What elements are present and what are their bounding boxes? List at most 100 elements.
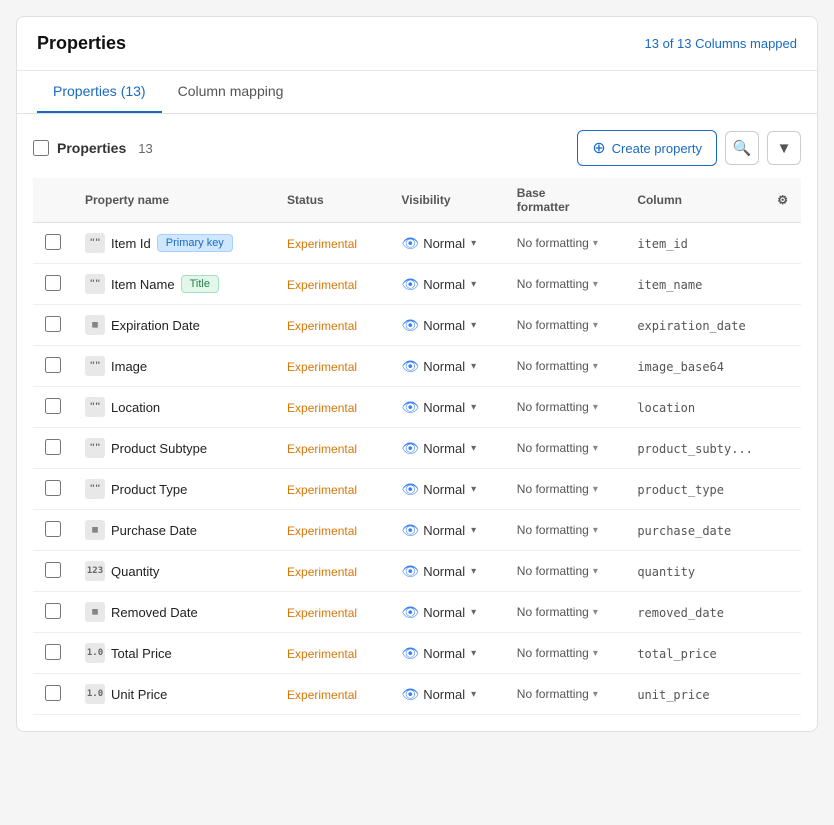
status-cell: Experimental xyxy=(275,305,389,346)
status-badge: Experimental xyxy=(287,606,357,620)
formatter-cell[interactable]: No formatting ▾ xyxy=(505,674,626,715)
visibility-text: Normal xyxy=(423,441,465,456)
tab-column-mapping[interactable]: Column mapping xyxy=(162,71,300,113)
th-status: Status xyxy=(275,178,389,223)
formatter-cell[interactable]: No formatting ▾ xyxy=(505,510,626,551)
status-badge: Experimental xyxy=(287,688,357,702)
type-icon: "" xyxy=(85,397,105,417)
table-row: "" Location Experimental 👁 Normal ▾ No f… xyxy=(33,387,801,428)
status-cell: Experimental xyxy=(275,592,389,633)
row-checkbox[interactable] xyxy=(45,234,61,250)
row-settings-cell xyxy=(765,346,801,387)
row-checkbox[interactable] xyxy=(45,275,61,291)
tabs-bar: Properties (13) Column mapping xyxy=(17,71,817,114)
status-cell: Experimental xyxy=(275,264,389,305)
settings-icon[interactable]: ⚙ xyxy=(777,193,788,207)
row-settings-cell xyxy=(765,674,801,715)
table-row: "" Product Subtype Experimental 👁 Normal… xyxy=(33,428,801,469)
row-checkbox[interactable] xyxy=(45,644,61,660)
row-checkbox[interactable] xyxy=(45,685,61,701)
row-checkbox[interactable] xyxy=(45,521,61,537)
toolbar: Properties 13 ⊕ Create property 🔍 ▼ xyxy=(33,130,801,166)
visibility-cell[interactable]: 👁 Normal ▾ xyxy=(389,305,504,346)
visibility-cell[interactable]: 👁 Normal ▾ xyxy=(389,551,504,592)
formatter-caret: ▾ xyxy=(593,566,598,577)
row-checkbox[interactable] xyxy=(45,562,61,578)
column-cell: item_id xyxy=(625,223,765,264)
status-badge: Experimental xyxy=(287,565,357,579)
property-name-text: Unit Price xyxy=(111,687,167,702)
formatter-text: No formatting xyxy=(517,564,589,578)
column-value: location xyxy=(637,401,695,415)
search-icon: 🔍 xyxy=(733,139,752,157)
formatter-text: No formatting xyxy=(517,523,589,537)
row-checkbox-cell xyxy=(33,633,73,674)
th-visibility: Visibility xyxy=(389,178,504,223)
row-checkbox[interactable] xyxy=(45,439,61,455)
visibility-cell[interactable]: 👁 Normal ▾ xyxy=(389,264,504,305)
formatter-cell[interactable]: No formatting ▾ xyxy=(505,469,626,510)
property-name-text: Product Subtype xyxy=(111,441,207,456)
visibility-cell[interactable]: 👁 Normal ▾ xyxy=(389,469,504,510)
eye-icon: 👁 xyxy=(401,481,419,498)
visibility-cell[interactable]: 👁 Normal ▾ xyxy=(389,346,504,387)
column-cell: total_price xyxy=(625,633,765,674)
filter-button[interactable]: ▼ xyxy=(767,131,801,165)
formatter-text: No formatting xyxy=(517,318,589,332)
create-property-label: Create property xyxy=(612,141,702,156)
visibility-cell[interactable]: 👁 Normal ▾ xyxy=(389,592,504,633)
formatter-cell[interactable]: No formatting ▾ xyxy=(505,223,626,264)
formatter-text: No formatting xyxy=(517,441,589,455)
type-icon: 1.0 xyxy=(85,643,105,663)
column-cell: location xyxy=(625,387,765,428)
formatter-cell[interactable]: No formatting ▾ xyxy=(505,633,626,674)
row-checkbox[interactable] xyxy=(45,316,61,332)
column-cell: quantity xyxy=(625,551,765,592)
formatter-cell[interactable]: No formatting ▾ xyxy=(505,305,626,346)
search-button[interactable]: 🔍 xyxy=(725,131,759,165)
visibility-cell[interactable]: 👁 Normal ▾ xyxy=(389,633,504,674)
type-icon: ▦ xyxy=(85,602,105,622)
formatter-caret: ▾ xyxy=(593,402,598,413)
property-name-text: Item Id xyxy=(111,236,151,251)
table-row: 123 Quantity Experimental 👁 Normal ▾ No … xyxy=(33,551,801,592)
property-name-text: Purchase Date xyxy=(111,523,197,538)
properties-label: Properties xyxy=(57,140,126,156)
row-checkbox[interactable] xyxy=(45,357,61,373)
select-all-checkbox[interactable] xyxy=(33,140,49,156)
row-checkbox[interactable] xyxy=(45,603,61,619)
visibility-text: Normal xyxy=(423,400,465,415)
formatter-cell[interactable]: No formatting ▾ xyxy=(505,428,626,469)
table-row: "" Item Name Title Experimental 👁 Normal… xyxy=(33,264,801,305)
status-cell: Experimental xyxy=(275,674,389,715)
visibility-cell[interactable]: 👁 Normal ▾ xyxy=(389,223,504,264)
visibility-cell[interactable]: 👁 Normal ▾ xyxy=(389,674,504,715)
formatter-cell[interactable]: No formatting ▾ xyxy=(505,387,626,428)
visibility-text: Normal xyxy=(423,277,465,292)
property-name-cell: ▦ Removed Date xyxy=(73,592,275,633)
row-checkbox[interactable] xyxy=(45,398,61,414)
tab-properties[interactable]: Properties (13) xyxy=(37,71,162,113)
column-value: item_id xyxy=(637,237,688,251)
type-icon: "" xyxy=(85,274,105,294)
visibility-cell[interactable]: 👁 Normal ▾ xyxy=(389,428,504,469)
create-property-button[interactable]: ⊕ Create property xyxy=(577,130,717,166)
formatter-cell[interactable]: No formatting ▾ xyxy=(505,264,626,305)
row-settings-cell xyxy=(765,592,801,633)
row-checkbox-cell xyxy=(33,592,73,633)
formatter-cell[interactable]: No formatting ▾ xyxy=(505,551,626,592)
row-settings-cell xyxy=(765,305,801,346)
visibility-caret: ▾ xyxy=(471,443,476,454)
eye-icon: 👁 xyxy=(401,645,419,662)
column-cell: product_subty... xyxy=(625,428,765,469)
row-settings-cell xyxy=(765,264,801,305)
visibility-cell[interactable]: 👁 Normal ▾ xyxy=(389,510,504,551)
visibility-cell[interactable]: 👁 Normal ▾ xyxy=(389,387,504,428)
column-value: expiration_date xyxy=(637,319,745,333)
visibility-caret: ▾ xyxy=(471,484,476,495)
formatter-cell[interactable]: No formatting ▾ xyxy=(505,346,626,387)
table-row: ▦ Expiration Date Experimental 👁 Normal … xyxy=(33,305,801,346)
property-name-cell: 1.0 Unit Price xyxy=(73,674,275,715)
formatter-cell[interactable]: No formatting ▾ xyxy=(505,592,626,633)
row-checkbox[interactable] xyxy=(45,480,61,496)
